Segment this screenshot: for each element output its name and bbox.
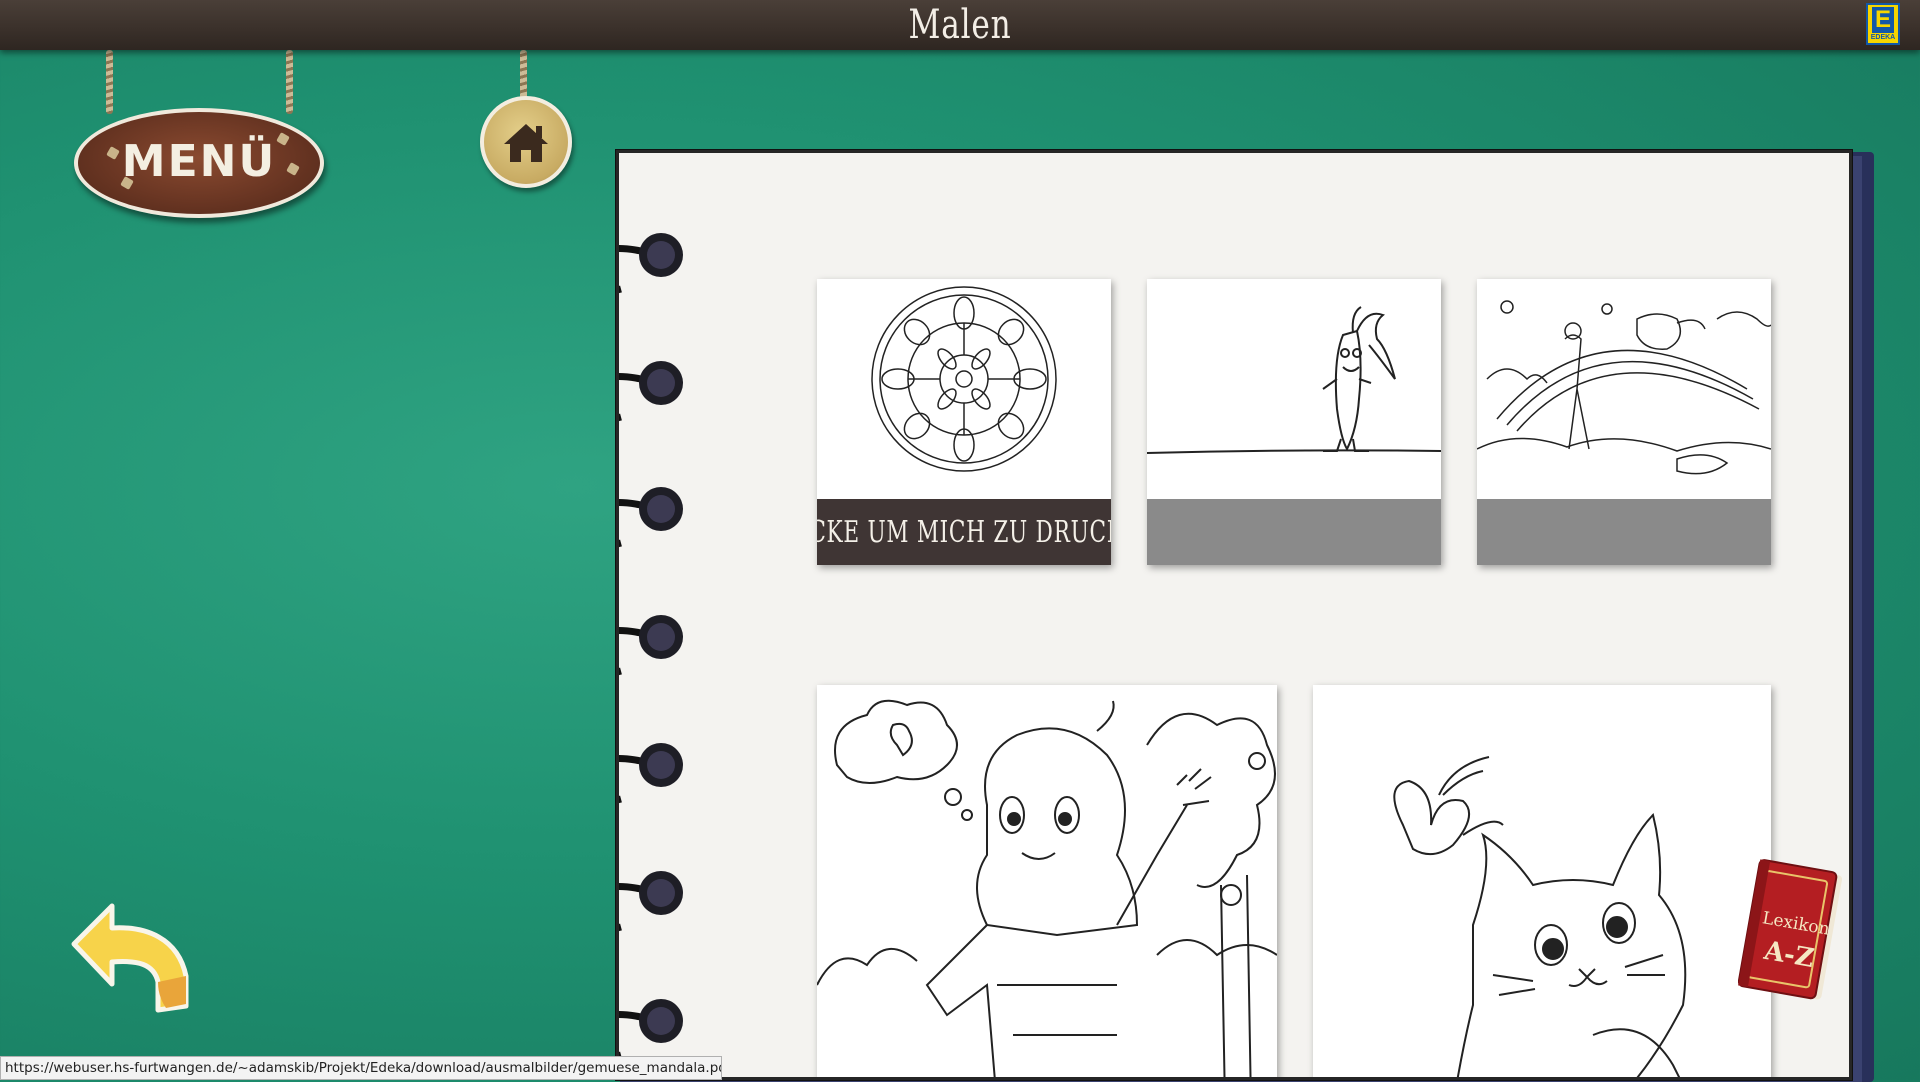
notebook: KLICKE UM MICH ZU DRUCKEN [616, 150, 1852, 1080]
spiral-ring-icon [619, 361, 683, 421]
status-bar-url: https://webuser.hs-furtwangen.de/~adamsk… [0, 1056, 722, 1080]
spiral-ring-icon [619, 871, 683, 931]
card-caption [1147, 499, 1441, 565]
home-button[interactable] [480, 96, 572, 188]
girl-apple-tree-image [817, 699, 1277, 1077]
menu-button[interactable]: MENÜ [74, 108, 324, 218]
spiral-ring-icon [619, 233, 683, 293]
page-title: Malen [908, 2, 1012, 48]
cat-butterfly-image [1393, 756, 1687, 1077]
coloring-card-cat[interactable] [1313, 685, 1771, 1077]
coloring-card-teapot[interactable] [1477, 279, 1771, 565]
spiral-ring-icon [619, 615, 683, 675]
spiral-ring-icon [619, 743, 683, 803]
carrot-character-image [1147, 306, 1441, 454]
rope-home [520, 50, 527, 102]
brand-text: EDEKA [1870, 33, 1896, 41]
coloring-card-mandala[interactable]: KLICKE UM MICH ZU DRUCKEN [817, 279, 1111, 565]
coloring-card-carrot[interactable] [1147, 279, 1441, 565]
menu-label: MENÜ [121, 136, 277, 187]
brand-letter: E [1872, 6, 1894, 33]
back-button[interactable] [66, 898, 196, 1016]
rope-right [286, 50, 293, 114]
lexikon-button[interactable]: Lexikon A-Z [1737, 858, 1846, 1008]
coloring-card-girl[interactable] [817, 685, 1277, 1077]
print-caption[interactable]: KLICKE UM MICH ZU DRUCKEN [817, 499, 1111, 565]
house-icon [504, 124, 548, 162]
rope-left [106, 50, 113, 114]
back-arrow-icon [71, 903, 189, 1013]
card-caption [1477, 499, 1771, 565]
spiral-ring-icon [619, 487, 683, 547]
edeka-logo: E EDEKA [1866, 3, 1900, 45]
teapot-rainbow-image [1477, 300, 1771, 475]
top-bar: Malen E EDEKA [0, 0, 1920, 50]
vegetable-mandala-image [871, 286, 1057, 472]
